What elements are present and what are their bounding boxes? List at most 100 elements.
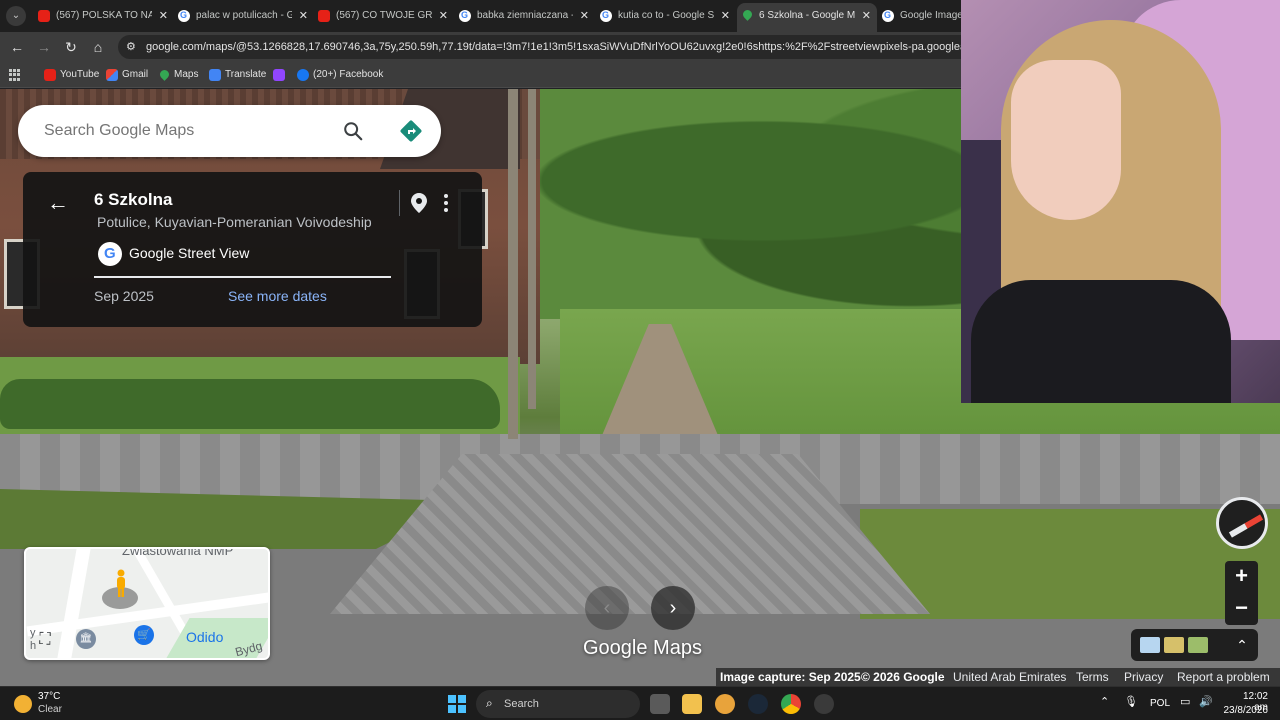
imagery-source: Google Street View (129, 245, 250, 261)
bank-icon: 🏛 (76, 629, 96, 649)
translate-icon (209, 69, 221, 81)
tab-search-button[interactable]: ⌄ (6, 6, 26, 26)
compass-needle (1228, 523, 1248, 538)
taskbar-search[interactable]: ⌕ Search (476, 690, 640, 718)
bookmark-gmail[interactable]: Gmail (106, 67, 148, 83)
tab-google-image[interactable]: Google Image (878, 4, 961, 28)
more-vert-icon[interactable] (441, 192, 451, 214)
bookmark-youtube[interactable]: YouTube (44, 67, 99, 83)
file-explorer-icon[interactable] (682, 694, 702, 714)
compass-needle (1244, 514, 1264, 529)
chrome-taskbar-button[interactable] (780, 691, 802, 717)
chevron-up-icon[interactable]: ⌃ (1100, 695, 1109, 708)
shopping-cart-icon: 🛒 (134, 625, 154, 645)
bookmark-label: Translate (225, 69, 267, 80)
network-icon[interactable]: ▭ (1180, 695, 1190, 708)
street-view-info-card: ← 6 Szkolna Potulice, Kuyavian-Pomerania… (23, 172, 482, 327)
clock-date[interactable]: 23/8/2026 (1218, 705, 1269, 716)
address-bar-url[interactable]: google.com/maps/@53.1266828,17.690746,3a… (146, 35, 1070, 59)
layer-thumbnail[interactable] (1140, 637, 1160, 653)
address-bar[interactable]: ⚙ google.com/maps/@53.1266828,17.690746,… (118, 35, 1078, 59)
tab-title: babka ziemniaczana - (477, 10, 573, 21)
weather-temperature[interactable]: 37°C (38, 691, 60, 702)
maps-search-box[interactable] (18, 105, 441, 157)
minimap[interactable]: Zwiastowania NMP y h 🏛 🛒 Odido Bydg ⛶ (24, 547, 270, 660)
next-image-button[interactable]: › (651, 586, 695, 630)
see-more-dates-link[interactable]: See more dates (228, 288, 327, 304)
microphone-icon[interactable]: 🎙 (1124, 695, 1138, 708)
app-icon[interactable] (814, 694, 834, 714)
tab-title: Google Image (900, 10, 961, 21)
tab-kutia-search[interactable]: kutia co to - Google S ✕ (596, 4, 736, 28)
bookmark-label: YouTube (60, 69, 100, 80)
google-icon (178, 4, 190, 27)
facebook-icon (297, 69, 309, 81)
google-icon (600, 4, 612, 27)
language-indicator[interactable]: POL (1150, 698, 1170, 709)
tab-title: (567) CO TWOJE GRY (336, 10, 432, 21)
utility-pole (528, 89, 536, 409)
search-icon: ⌕ (486, 696, 493, 710)
tab-youtube-polska[interactable]: (567) POLSKA TO NAJ ✕ (34, 4, 174, 28)
site-info-icon[interactable]: ⚙ (126, 40, 140, 54)
expand-map-icon[interactable]: ⛶ (34, 629, 56, 651)
region-link[interactable]: United Arab Emirates (953, 670, 1066, 684)
search-icon[interactable] (342, 120, 364, 142)
youtube-icon (44, 69, 56, 81)
zoom-controls: + − (1225, 561, 1258, 625)
pegman-icon[interactable] (114, 569, 128, 599)
compass-icon[interactable] (1216, 497, 1268, 549)
zoom-in-button[interactable]: + (1225, 561, 1258, 593)
tab-title: 6 Szkolna - Google M (759, 10, 855, 21)
taskbar-search-label: Search (504, 698, 539, 710)
close-icon[interactable]: ✕ (159, 4, 168, 28)
layer-thumbnail[interactable] (1188, 637, 1208, 653)
bookmark-facebook[interactable]: (20+) Facebook (297, 67, 383, 83)
apps-grid-icon[interactable] (9, 69, 21, 81)
close-icon[interactable]: ✕ (862, 3, 871, 29)
reload-icon[interactable]: ↻ (62, 38, 80, 56)
volume-icon[interactable]: 🔊 (1199, 695, 1213, 708)
close-icon[interactable]: ✕ (299, 4, 308, 28)
copyright-text: © 2026 Google (861, 670, 945, 684)
capture-date: Sep 2025 (94, 288, 154, 304)
windows-taskbar: 37°C Clear ⌕ Search ⌃ 🎙 POL ▭ 🔊 12:02 am… (0, 686, 1280, 720)
bookmark-maps[interactable]: Maps (158, 67, 198, 83)
zoom-out-button[interactable]: − (1225, 593, 1258, 625)
weather-moon-icon[interactable] (14, 695, 32, 713)
task-view-icon[interactable] (650, 694, 670, 714)
directions-icon[interactable] (399, 119, 423, 143)
close-icon[interactable]: ✕ (439, 4, 448, 28)
divider (94, 276, 391, 278)
back-arrow-icon[interactable]: ← (8, 38, 26, 56)
gmail-icon (106, 69, 118, 81)
weather-condition[interactable]: Clear (38, 704, 62, 715)
windows-start-icon[interactable] (448, 695, 466, 713)
close-icon[interactable]: ✕ (580, 4, 589, 28)
layers-switcher[interactable]: ⌃ (1131, 629, 1258, 661)
layer-thumbnail[interactable] (1164, 637, 1184, 653)
search-input[interactable] (44, 105, 334, 157)
home-icon[interactable]: ⌂ (89, 38, 107, 56)
bookmark-twitch[interactable] (273, 67, 285, 83)
forward-arrow-icon[interactable]: → (35, 38, 53, 56)
tab-youtube-gry[interactable]: (567) CO TWOJE GRY ✕ (314, 4, 454, 28)
location-pin-icon[interactable] (409, 192, 429, 214)
report-problem-link[interactable]: Report a problem (1177, 670, 1270, 684)
back-arrow-icon[interactable]: ← (47, 192, 69, 214)
streamer-face (1011, 60, 1121, 220)
chevron-up-icon[interactable]: ⌃ (1232, 633, 1252, 657)
close-icon[interactable]: ✕ (721, 4, 730, 28)
tab-google-maps[interactable]: 6 Szkolna - Google M ✕ (737, 3, 877, 32)
privacy-link[interactable]: Privacy (1124, 670, 1163, 684)
bookmark-translate[interactable]: Translate (209, 67, 266, 83)
tab-babka-search[interactable]: babka ziemniaczana - ✕ (455, 4, 595, 28)
terms-link[interactable]: Terms (1076, 670, 1109, 684)
previous-image-button[interactable]: ‹ (585, 586, 629, 630)
tab-palac-search[interactable]: palac w potulicach - G ✕ (174, 4, 314, 28)
youtube-icon (318, 10, 330, 22)
divider (399, 190, 400, 216)
map-poi-label[interactable]: Odido (186, 629, 223, 645)
app-icon[interactable] (715, 694, 735, 714)
steam-icon[interactable] (748, 694, 768, 714)
